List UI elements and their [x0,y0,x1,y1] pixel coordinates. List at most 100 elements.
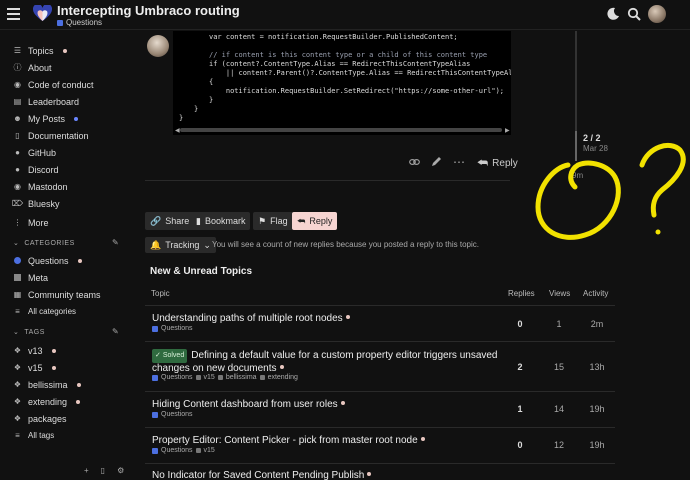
sidebar-item-bluesky[interactable]: ⌦ Bluesky [12,197,60,210]
trophy-icon: ▤ [13,97,22,106]
topic-category-and-tags[interactable]: Questions v15 [152,447,215,454]
sidebar-item-about[interactable]: ⓘ About [13,61,52,74]
sidebar-tag-v13[interactable]: ❖ v13 [13,344,56,357]
edit-pencil-icon[interactable] [431,156,442,167]
umbraco-heart-logo[interactable] [33,5,52,22]
column-header-topic[interactable]: Topic [151,289,170,298]
sidebar-item-discord[interactable]: ● Discord [13,163,58,176]
categories-section-toggle[interactable]: ⌄ CATEGORIES [13,239,75,248]
reply-arrow-icon: ⮪ [477,156,489,170]
post-author-avatar[interactable] [147,35,169,57]
topic-replies[interactable]: 2 [508,362,532,372]
sidebar-category-questions[interactable]: Questions [13,254,82,267]
sidebar-tag-extending[interactable]: ❖ extending [13,395,81,408]
search-icon[interactable] [627,7,641,21]
yellow-question-mark-annotation [535,143,686,240]
more-actions-ellipsis-icon[interactable]: ⋯ [453,155,465,169]
sidebar-item-github[interactable]: ● GitHub [13,146,56,159]
topic-link[interactable]: Understanding paths of multiple root nod… [152,313,350,324]
code-line: var content = notification.RequestBuilde… [209,33,458,41]
tag-icon [195,448,201,453]
user-avatar[interactable] [648,5,666,23]
bookmark-button[interactable]: ▮ Bookmark [191,212,251,230]
reply-button[interactable]: ⮪ Reply [292,212,338,230]
sidebar-item-label: Documentation [28,130,89,141]
topic-activity[interactable]: 13h [585,362,609,372]
share-button[interactable]: 🔗 Share [145,212,195,230]
solved-badge: ✓ Solved [152,349,188,363]
sidebar-item-mastodon[interactable]: ◉ Mastodon [13,180,68,193]
sidebar-tag-v15[interactable]: ❖ v15 [13,361,56,374]
tracking-note: You will see a count of new replies beca… [212,240,479,249]
hamburger-menu-icon[interactable] [7,8,20,20]
tag-icon: ❖ [13,414,22,423]
code-line: } [209,96,214,104]
sidebar-item-leaderboard[interactable]: ▤ Leaderboard [13,95,79,108]
topic-category-and-tags[interactable]: Questions v15 bellissima extending [152,374,298,381]
row-divider [145,427,615,428]
mobile-icon[interactable]: ▯ [101,466,105,475]
github-icon: ● [15,148,20,157]
sidebar-item-more[interactable]: ⋮ More [13,216,49,229]
column-header-views[interactable]: Views [549,289,570,298]
new-topic-dot [279,365,284,369]
share-link-icon: 🔗 [150,215,162,226]
sidebar-item-label: All tags [28,431,55,440]
sidebar-item-topics[interactable]: ☰ Topics [13,44,67,57]
new-topic-dot [345,315,350,319]
topic-replies[interactable]: 0 [508,319,532,329]
topic-title[interactable]: Intercepting Umbraco routing [57,3,240,18]
unread-dot [76,382,81,387]
tags-section-toggle[interactable]: ⌄ TAGS [13,328,45,337]
category-square-icon [152,411,158,418]
column-header-replies[interactable]: Replies [508,289,535,298]
topic-views: 15 [553,362,564,372]
sidebar-item-documentation[interactable]: ▯ Documentation [13,129,89,142]
column-header-activity[interactable]: Activity [583,289,608,298]
topic-replies[interactable]: 1 [508,404,532,414]
scroll-right-arrow-icon[interactable]: ▶ [505,127,510,134]
topic-activity[interactable]: 19h [585,404,609,414]
sidebar-tag-packages[interactable]: ❖ packages [13,412,67,425]
topic-link[interactable]: Property Editor: Content Picker - pick f… [152,435,425,446]
row-divider [145,463,615,464]
sidebar-category-community-teams[interactable]: ▦ Community teams [13,288,101,301]
sidebar-tag-bellissima[interactable]: ❖ bellissima [13,378,81,391]
flag-button[interactable]: ⚑ Flag [253,212,293,230]
row-divider [145,341,615,342]
topic-views: 14 [553,404,564,414]
flag-icon: ⚑ [258,215,267,226]
sidebar-item-code-of-conduct[interactable]: ◉ Code of conduct [13,78,94,91]
topic-replies[interactable]: 0 [508,440,532,450]
settings-icon[interactable]: ⚙ [117,466,124,475]
unread-dot [51,348,56,353]
tag-icon: ❖ [13,380,22,389]
add-icon[interactable]: + [84,466,89,475]
code-horizontal-scrollbar[interactable] [180,128,502,132]
topic-link[interactable]: No Indicator for Saved Content Pending P… [152,470,372,480]
category-square-icon [152,447,158,454]
new-topic-dot [367,472,372,476]
category-square-icon [152,374,158,381]
topic-list-title: New & Unread Topics [150,266,253,277]
topic-category[interactable]: Questions [152,325,193,332]
topic-link[interactable]: ✓ Solved Defining a default value for a c… [152,349,502,375]
copy-link-icon[interactable] [409,157,420,167]
topic-activity[interactable]: 2m [585,319,609,329]
tracking-dropdown[interactable]: 🔔 Tracking ⌄ [145,237,216,253]
topic-activity[interactable]: 19h [585,440,609,450]
topic-link[interactable]: Hiding Content dashboard from user roles [152,399,345,410]
topic-category-badge[interactable]: Questions [57,18,102,27]
post-reply-button[interactable]: ⮪ Reply [477,156,518,171]
chevron-down-icon: ⌄ [13,240,20,247]
sidebar-item-my-posts[interactable]: ☻ My Posts [13,112,79,125]
sidebar-all-tags[interactable]: ≡ All tags [13,429,54,442]
dark-mode-moon-icon[interactable] [606,7,620,21]
timeline-track [575,31,577,144]
code-line: { [209,78,214,86]
sidebar-category-meta[interactable]: Meta [13,271,48,284]
tag-icon [217,375,223,380]
topic-category[interactable]: Questions [152,411,193,418]
scroll-left-arrow-icon[interactable]: ◀ [175,127,180,134]
sidebar-all-categories[interactable]: ≡ All categories [13,305,76,318]
